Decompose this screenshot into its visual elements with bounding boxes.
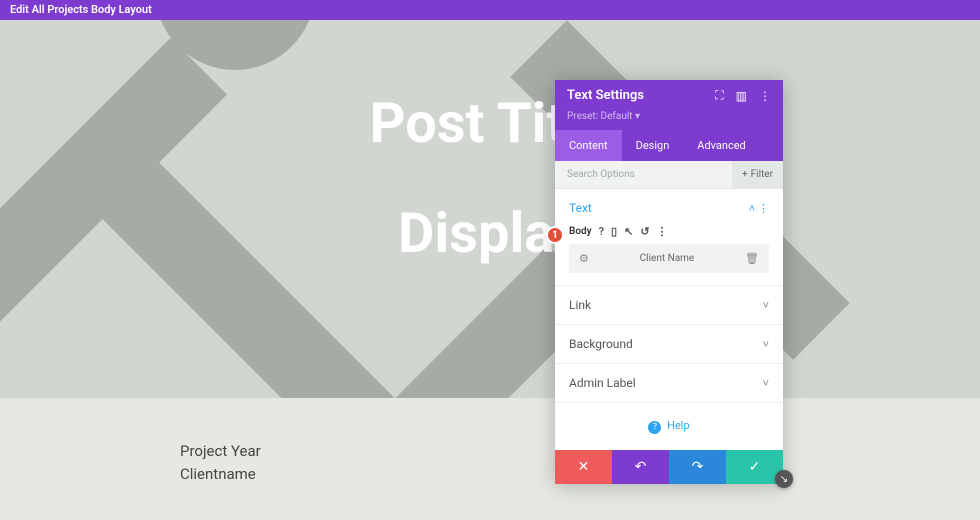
check-icon: ✓ <box>749 459 761 475</box>
cancel-button[interactable]: ✕ <box>555 450 612 484</box>
field-menu-icon[interactable]: ⋮ <box>657 225 668 238</box>
section-admin-header[interactable]: Admin Label ˅ <box>569 376 769 390</box>
drag-handle[interactable]: ↘ <box>775 470 793 488</box>
section-link-header[interactable]: Link ˅ <box>569 298 769 312</box>
page-title: Edit All Projects Body Layout <box>10 3 152 16</box>
close-icon: ✕ <box>578 459 590 475</box>
section-admin-title: Admin Label <box>569 376 636 390</box>
chevron-down-icon: ˅ <box>763 338 769 351</box>
body-field-value: Client Name <box>589 253 745 264</box>
section-link-title: Link <box>569 298 591 312</box>
section-background-title: Background <box>569 337 633 351</box>
help-icon[interactable]: ? <box>599 225 604 238</box>
reset-icon[interactable]: ↺ <box>640 225 649 238</box>
client-name-label: Clientname <box>180 463 261 486</box>
search-row: Search Options + Filter <box>555 161 783 189</box>
help-link[interactable]: ? Help <box>555 403 783 450</box>
section-text: Text ˄ ⋮ Body ? ▯ ↖ ↺ ⋮ ⚙ Client Name 🗑 <box>555 189 783 286</box>
section-text-title: Text <box>569 201 592 215</box>
hover-icon[interactable]: ↖ <box>624 225 633 238</box>
panel-tabs: Content Design Advanced <box>555 130 783 161</box>
tab-advanced[interactable]: Advanced <box>683 130 759 161</box>
filter-button[interactable]: + Filter <box>732 161 783 188</box>
hero-display-text: Display <box>0 200 980 266</box>
project-year-label: Project Year <box>180 440 261 463</box>
chevron-up-icon[interactable]: ˄ <box>749 202 755 215</box>
redo-button[interactable]: ↷ <box>669 450 726 484</box>
help-label: Help <box>667 419 690 432</box>
hero-post-title: Post Title <box>0 90 980 156</box>
body-field-row[interactable]: ⚙ Client Name 🗑 <box>569 244 769 273</box>
gear-icon[interactable]: ⚙ <box>579 252 589 265</box>
panel-header-actions: ⛶ ▥ ⋮ <box>715 88 771 103</box>
body-label: Body <box>569 226 592 237</box>
tab-content[interactable]: Content <box>555 130 622 161</box>
section-admin-label: Admin Label ˅ <box>555 364 783 403</box>
tab-design[interactable]: Design <box>622 130 684 161</box>
search-input[interactable]: Search Options <box>555 161 732 188</box>
plus-icon: + <box>742 169 748 180</box>
undo-button[interactable]: ↶ <box>612 450 669 484</box>
callout-badge-1: 1 <box>546 226 564 244</box>
section-text-actions: ˄ ⋮ <box>749 201 769 215</box>
chevron-down-icon: ˅ <box>763 377 769 390</box>
redo-icon: ↷ <box>692 459 704 475</box>
undo-icon: ↶ <box>635 459 647 475</box>
panel-footer: ✕ ↶ ↷ ✓ <box>555 450 783 484</box>
body-field-label-row: Body ? ▯ ↖ ↺ ⋮ <box>569 225 769 238</box>
section-text-header[interactable]: Text ˄ ⋮ <box>569 201 769 215</box>
panel-header[interactable]: Text Settings ⛶ ▥ ⋮ <box>555 80 783 111</box>
filter-label: Filter <box>751 169 773 180</box>
hero-area: Post Title Display <box>0 20 980 398</box>
chevron-down-icon: ˅ <box>763 299 769 312</box>
responsive-icon[interactable]: ▥ <box>736 89 747 103</box>
help-badge-icon: ? <box>648 421 661 434</box>
settings-panel: Text Settings ⛶ ▥ ⋮ Preset: Default ▾ Co… <box>555 80 783 484</box>
tablet-icon[interactable]: ▯ <box>611 225 617 238</box>
panel-title: Text Settings <box>567 88 644 103</box>
project-meta: Project Year Clientname <box>180 440 261 485</box>
section-background: Background ˅ <box>555 325 783 364</box>
expand-icon[interactable]: ⛶ <box>715 88 723 103</box>
preset-selector[interactable]: Preset: Default ▾ <box>555 111 783 130</box>
section-link: Link ˅ <box>555 286 783 325</box>
section-background-header[interactable]: Background ˅ <box>569 337 769 351</box>
top-bar: Edit All Projects Body Layout <box>0 0 980 20</box>
menu-icon[interactable]: ⋮ <box>759 89 771 103</box>
bg-stripe <box>80 140 419 398</box>
trash-icon[interactable]: 🗑 <box>745 252 759 265</box>
section-menu-icon[interactable]: ⋮ <box>758 202 769 215</box>
